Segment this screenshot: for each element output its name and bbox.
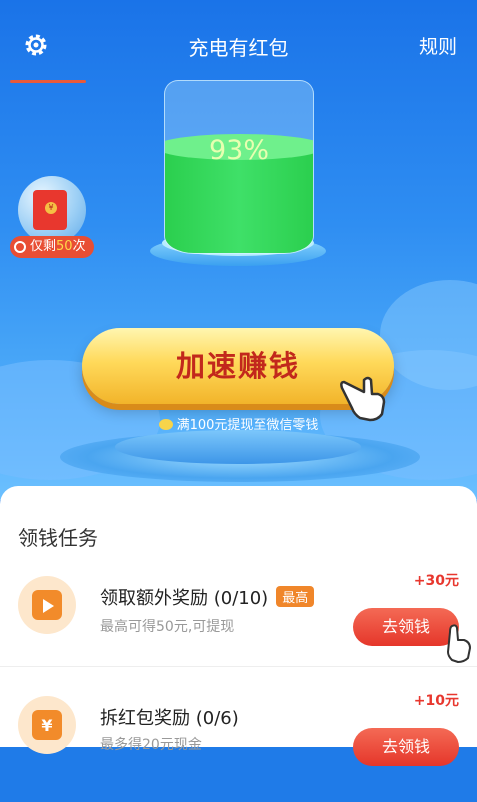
remaining-prefix: 仅剩 xyxy=(30,239,57,254)
top-bar: 充电有红包 规则 xyxy=(0,0,477,90)
battery-beaker: 93% xyxy=(164,80,314,254)
remaining-count: 50 xyxy=(56,239,73,254)
task-name-text: 领取额外奖励 (0/10) xyxy=(100,588,269,609)
task-subtitle: 最高可得50元,可提现 xyxy=(100,619,235,635)
task-name: 领取额外奖励 (0/10) 最高 xyxy=(100,584,315,610)
hint-text: 满100元提现至微信零钱 xyxy=(176,418,319,433)
tasks-title: 领钱任务 xyxy=(18,526,98,550)
task-row: 领取额外奖励 (0/10) 最高 最高可得50元,可提现 +30元 去领钱 xyxy=(0,566,477,686)
clock-icon xyxy=(14,241,26,253)
task-reward: +10元 xyxy=(413,693,459,709)
task-subtitle: 最多得20元现金 xyxy=(100,737,202,753)
withdraw-hint: 满100元提现至微信零钱 xyxy=(0,414,477,433)
rules-link[interactable]: 规则 xyxy=(419,32,457,59)
stage-platform xyxy=(115,430,361,464)
remaining-count-badge: 仅剩 50 次 xyxy=(10,236,94,258)
claim-button[interactable]: 去领钱 xyxy=(353,728,459,766)
task-row: ¥ 拆红包奖励 (0/6) 最多得20元现金 +10元 去领钱 xyxy=(0,682,477,802)
video-icon xyxy=(18,576,76,634)
divider xyxy=(0,666,477,667)
top-badge: 最高 xyxy=(276,586,315,607)
tasks-panel: 领钱任务 领取额外奖励 (0/10) 最高 最高可得50元,可提现 +30元 去领… xyxy=(0,486,477,766)
coin-icon: ¥ xyxy=(45,202,57,214)
task-reward: +30元 xyxy=(413,573,459,589)
red-envelope-icon[interactable]: ¥ xyxy=(33,190,67,230)
red-envelope-icon: ¥ xyxy=(18,696,76,754)
pointing-hand-icon xyxy=(447,624,471,663)
remaining-suffix: 次 xyxy=(72,239,86,254)
battery-percent: 93% xyxy=(208,135,269,166)
hero-section: 充电有红包 规则 93% ¥ 仅剩 50 次 加速赚钱 满100元提现至微信零钱 xyxy=(0,0,477,500)
tab-indicator xyxy=(10,80,86,83)
page-title: 充电有红包 xyxy=(188,36,289,60)
task-name: 拆红包奖励 (0/6) xyxy=(100,708,239,729)
wechat-icon xyxy=(158,419,173,430)
